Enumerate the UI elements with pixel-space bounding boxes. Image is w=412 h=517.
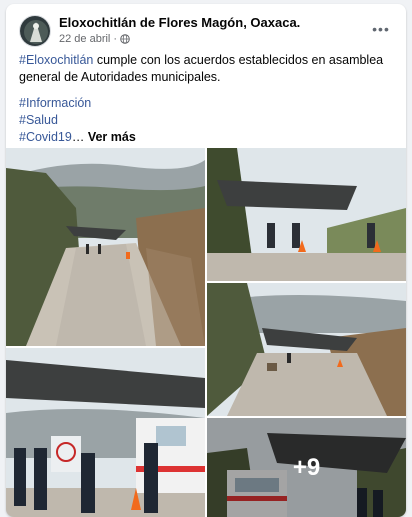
photo-road-checkpoint[interactable] <box>6 148 205 346</box>
hashtag-link[interactable]: #Eloxochitlán <box>19 53 93 67</box>
photo-officers-ambulance[interactable] <box>6 348 205 517</box>
post-text: #Eloxochitlán cumple con los acuerdos es… <box>19 52 393 146</box>
hashtag-link[interactable]: #Salud <box>19 113 58 127</box>
post-date[interactable]: 22 de abril <box>59 33 110 45</box>
post-body-paragraph: #Eloxochitlán cumple con los acuerdos es… <box>19 52 393 86</box>
more-photos-overlay[interactable]: +9 <box>207 418 406 517</box>
photo-grid: +9 <box>6 148 406 517</box>
text-ellipsis: … <box>71 130 85 144</box>
avatar-image <box>20 16 50 46</box>
post-header: Eloxochitlán de Flores Magón, Oaxaca. 22… <box>6 4 406 54</box>
see-more-link[interactable]: Ver más <box>88 130 136 144</box>
post-card: Eloxochitlán de Flores Magón, Oaxaca. 22… <box>6 4 406 517</box>
photo-tarp-station[interactable] <box>207 148 406 281</box>
photo-checkpoint-overview[interactable] <box>207 283 406 416</box>
hashtag-link[interactable]: #Información <box>19 96 91 110</box>
page-name[interactable]: Eloxochitlán de Flores Magón, Oaxaca. <box>59 15 300 30</box>
page-avatar[interactable] <box>19 15 51 47</box>
photo-ambulance-tarp[interactable]: +9 <box>207 418 406 517</box>
more-options-button[interactable]: ••• <box>368 18 394 40</box>
post-meta: 22 de abril · <box>59 33 130 45</box>
globe-icon <box>120 34 130 44</box>
meta-separator: · <box>113 33 118 45</box>
hashtag-link[interactable]: #Covid19 <box>19 130 72 144</box>
